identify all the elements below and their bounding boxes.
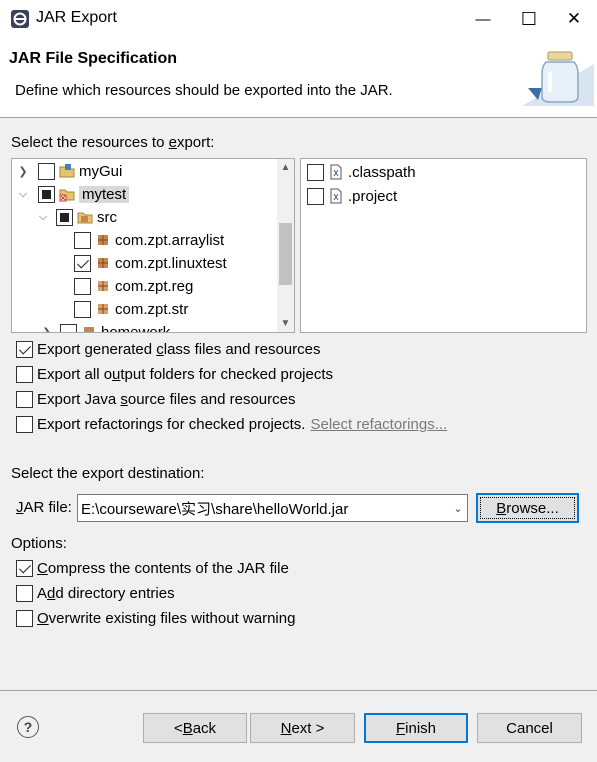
jar-file-label: JAR file: [16,499,72,516]
compress-option[interactable]: Compress the contents of the JAR file [16,558,289,578]
option-label: Overwrite existing files without warning [37,609,296,627]
tree-checkbox[interactable] [74,300,91,318]
package-icon [84,327,94,332]
chevron-down-icon[interactable]: ⌄ [448,494,468,522]
tree-checkbox[interactable] [74,254,91,272]
chevron-down-icon[interactable]: ⌵ [36,210,50,224]
list-item[interactable]: .classpath [307,161,416,183]
option-label: Export refactorings for checked projects… [37,415,306,433]
list-item[interactable]: .project [307,185,397,207]
options-label: Options: [11,535,67,552]
checkbox[interactable] [16,390,33,408]
tree-item-package[interactable]: com.zpt.linuxtest [74,252,227,274]
file-checkbox[interactable] [307,187,324,205]
tree-item-homework[interactable]: ❯ homework [40,321,171,333]
tree-item-package[interactable]: com.zpt.reg [74,275,193,297]
export-class-files-option[interactable]: Export generated class files and resourc… [16,339,321,359]
tree-item-label: src [97,208,117,226]
resources-label: Select the resources to export: [11,134,215,151]
footer-separator [0,690,597,691]
jar-file-value: E:\courseware\实习\share\helloWorld.jar [81,500,349,518]
close-icon: ✕ [566,9,582,28]
chevron-right-icon[interactable]: ❯ [40,325,54,333]
tree-checkbox[interactable] [74,277,91,295]
file-icon [330,164,342,180]
help-icon[interactable]: ? [17,716,39,738]
project-icon [59,164,75,178]
maximize-button[interactable]: ☐ [506,0,552,38]
chevron-right-icon[interactable]: ❯ [16,164,30,178]
tree-item-label: com.zpt.linuxtest [115,254,227,272]
checkbox[interactable] [16,365,33,383]
tree-checkbox[interactable] [60,323,77,332]
checkbox[interactable] [16,584,33,602]
tree-checkbox[interactable] [56,208,73,226]
wizard-page-description: Define which resources should be exporte… [15,82,393,99]
checkbox[interactable] [16,415,33,433]
tree-checkbox[interactable] [38,162,55,180]
next-button[interactable]: Next > [250,713,355,743]
chevron-down-icon[interactable]: ⌵ [16,187,30,201]
finish-button[interactable]: Finish [364,713,468,743]
window-title: JAR Export [36,9,117,26]
add-directory-entries-option[interactable]: Add directory entries [16,583,175,603]
export-refactorings-option[interactable]: Export refactorings for checked projects… [16,414,447,434]
tree-item-label: homework [101,323,171,333]
scroll-up-icon[interactable]: ▲ [277,159,294,176]
overwrite-option[interactable]: Overwrite existing files without warning [16,608,295,628]
tree-scrollbar[interactable]: ▲ ▼ [277,159,294,332]
tree-item-label: myGui [79,162,123,180]
checkbox[interactable] [16,559,33,577]
tree-item-label: com.zpt.str [115,300,189,318]
wizard-page-title: JAR File Specification [9,50,178,67]
tree-item-label: mytest [79,185,130,203]
project-error-icon [59,189,75,202]
cancel-button[interactable]: Cancel [477,713,582,743]
tree-item-mygui[interactable]: ❯ myGui [16,160,122,182]
option-label: Compress the contents of the JAR file [37,559,289,577]
banner-separator [0,117,597,118]
export-java-source-option[interactable]: Export Java source files and resources [16,389,295,409]
tree-item-src[interactable]: ⌵ src [36,206,117,228]
tree-checkbox[interactable] [74,231,91,249]
tree-item-label: com.zpt.arraylist [115,231,225,249]
export-output-folders-option[interactable]: Export all output folders for checked pr… [16,364,333,384]
option-label: Export all output folders for checked pr… [37,365,333,383]
package-icon [98,235,108,245]
resource-tree[interactable]: ❯ myGui ⌵ mytest ⌵ src com.zpt.arraylist… [11,158,295,333]
tree-checkbox[interactable] [38,185,55,203]
checkbox[interactable] [16,609,33,627]
checkbox[interactable] [16,340,33,358]
package-icon [98,258,108,268]
jar-banner-icon [522,51,594,106]
tree-item-mytest[interactable]: ⌵ mytest [16,183,130,205]
eclipse-app-icon [11,10,29,28]
package-icon [98,304,108,314]
tree-item-package[interactable]: com.zpt.arraylist [74,229,224,251]
list-item-label: .classpath [348,163,416,181]
jar-file-combo[interactable]: E:\courseware\实习\share\helloWorld.jar [77,494,468,522]
option-label: Add directory entries [37,584,175,602]
file-checkbox[interactable] [307,163,324,181]
tree-item-package[interactable]: com.zpt.str [74,298,188,320]
minimize-button[interactable]: — [460,0,506,38]
option-label: Export generated class files and resourc… [37,340,321,358]
file-icon [330,188,342,204]
source-folder-icon [77,212,93,224]
destination-label: Select the export destination: [11,465,205,482]
minimize-icon: — [475,10,491,28]
close-button[interactable]: ✕ [551,0,597,38]
list-item-label: .project [348,187,398,205]
tree-item-label: com.zpt.reg [115,277,194,295]
package-icon [98,281,108,291]
scroll-thumb[interactable] [279,223,292,285]
maximize-icon: ☐ [520,8,538,29]
option-label: Export Java source files and resources [37,390,296,408]
back-button[interactable]: < Back [143,713,247,743]
scroll-down-icon[interactable]: ▼ [277,315,294,332]
browse-button[interactable]: Browse... [476,493,579,523]
resource-file-list[interactable]: .classpath .project [300,158,587,333]
select-refactorings-link[interactable]: Select refactorings... [310,416,447,433]
